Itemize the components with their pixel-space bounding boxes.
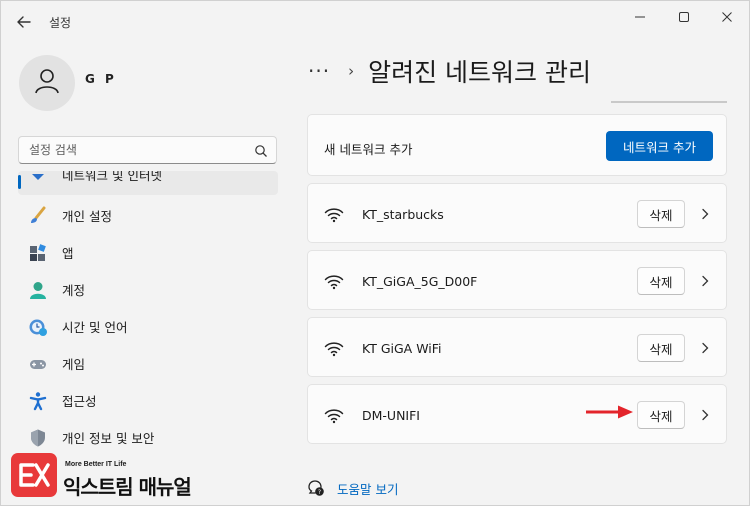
- app-title: 설정: [49, 16, 72, 30]
- sidebar-item-apps[interactable]: 앱: [18, 234, 278, 271]
- help-link-label: 도움말 보기: [337, 481, 399, 497]
- sidebar-nav: 네트워크 및 인터넷 개인 설정 앱 계정 시간 및 언어 게임 접근성 개인 …: [18, 171, 278, 456]
- chevron-right-icon[interactable]: [698, 340, 712, 356]
- sidebar-item-label: 개인 설정: [62, 209, 112, 224]
- sidebar-item-label: 시간 및 언어: [62, 320, 128, 335]
- network-name: KT_starbucks: [362, 207, 444, 222]
- sidebar-item-label: 개인 정보 및 보안: [62, 431, 155, 446]
- network-icon: [28, 171, 48, 184]
- account-icon: [28, 280, 48, 300]
- title-bar: 설정: [1, 1, 749, 41]
- sidebar-item-privacy[interactable]: 개인 정보 및 보안: [18, 419, 278, 456]
- back-arrow-icon[interactable]: [13, 11, 35, 33]
- add-network-label: 새 네트워크 추가: [324, 142, 413, 157]
- network-row[interactable]: DM-UNIFI 삭제: [307, 384, 727, 444]
- watermark-name: 익스트림 매뉴얼: [63, 475, 192, 499]
- network-row[interactable]: KT GiGA WiFi 삭제: [307, 317, 727, 377]
- user-name: G P: [85, 72, 117, 86]
- sidebar-item-personalization[interactable]: 개인 설정: [18, 197, 278, 234]
- search-box[interactable]: [18, 136, 277, 164]
- chevron-right-icon[interactable]: [698, 206, 712, 222]
- minimize-icon[interactable]: [626, 7, 654, 27]
- avatar[interactable]: [19, 55, 75, 111]
- sidebar-item-network[interactable]: 네트워크 및 인터넷: [18, 171, 278, 195]
- network-name: KT_GiGA_5G_D00F: [362, 274, 478, 289]
- network-name: DM-UNIFI: [362, 408, 420, 423]
- add-network-button[interactable]: 네트워크 추가: [606, 131, 713, 161]
- delete-button[interactable]: 삭제: [637, 334, 685, 362]
- sidebar-item-accessibility[interactable]: 접근성: [18, 382, 278, 419]
- network-name: KT GiGA WiFi: [362, 341, 442, 356]
- sidebar-item-label: 접근성: [62, 394, 97, 409]
- breadcrumb-chevron: ›: [348, 62, 355, 80]
- person-icon: [32, 66, 62, 100]
- search-input[interactable]: [19, 137, 239, 163]
- apps-icon: [28, 243, 48, 263]
- wifi-icon: [324, 341, 344, 357]
- help-link[interactable]: ? 도움말 보기: [307, 478, 398, 498]
- sidebar-item-label: 앱: [62, 246, 74, 261]
- settings-window: 설정 G P 네트워크 및 인터넷: [0, 0, 750, 506]
- page-title: 알려진 네트워크 관리: [368, 58, 591, 87]
- shield-icon: [28, 428, 48, 448]
- selection-indicator: [18, 175, 21, 189]
- sidebar-item-gaming[interactable]: 게임: [18, 345, 278, 382]
- network-row[interactable]: KT_GiGA_5G_D00F 삭제: [307, 250, 727, 310]
- sidebar-item-accounts[interactable]: 계정: [18, 271, 278, 308]
- chevron-right-icon[interactable]: [698, 407, 712, 423]
- scroll-edge: [611, 101, 727, 103]
- wifi-icon: [324, 274, 344, 290]
- breadcrumb-more-button[interactable]: ···: [308, 59, 330, 83]
- add-network-card: 새 네트워크 추가 네트워크 추가: [307, 114, 727, 176]
- accessibility-icon: [28, 391, 48, 411]
- sidebar-item-label: 게임: [62, 357, 86, 372]
- gamepad-icon: [28, 354, 48, 374]
- chevron-right-icon[interactable]: [698, 273, 712, 289]
- close-icon[interactable]: [713, 7, 741, 27]
- wifi-icon: [324, 408, 344, 424]
- breadcrumb: ··· › 알려진 네트워크 관리: [308, 53, 591, 89]
- time-language-icon: [28, 317, 48, 337]
- brush-icon: [28, 206, 48, 226]
- svg-text:?: ?: [318, 489, 321, 496]
- watermark-logo: [11, 453, 57, 497]
- search-icon[interactable]: [254, 143, 268, 157]
- help-icon: ?: [307, 479, 325, 497]
- delete-button[interactable]: 삭제: [637, 200, 685, 228]
- delete-button[interactable]: 삭제: [637, 267, 685, 295]
- sidebar-item-time-language[interactable]: 시간 및 언어: [18, 308, 278, 345]
- network-row[interactable]: KT_starbucks 삭제: [307, 183, 727, 243]
- red-arrow-annotation: [586, 405, 633, 419]
- watermark-tagline: More Better IT Life: [65, 461, 127, 468]
- wifi-icon: [324, 207, 344, 223]
- sidebar-item-label: 계정: [62, 283, 86, 298]
- delete-button[interactable]: 삭제: [637, 401, 685, 429]
- watermark: More Better IT Life 익스트림 매뉴얼: [11, 453, 211, 499]
- maximize-icon[interactable]: [670, 7, 698, 27]
- sidebar-item-label: 네트워크 및 인터넷: [62, 171, 162, 183]
